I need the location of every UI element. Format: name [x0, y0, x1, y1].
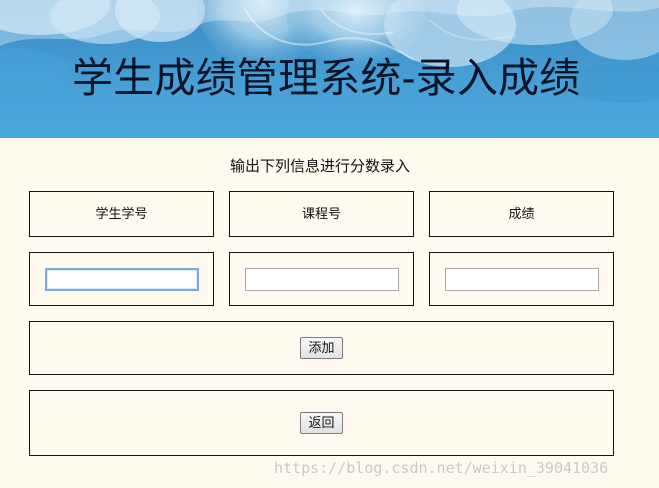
- back-button[interactable]: 返回: [300, 412, 343, 434]
- course-id-input[interactable]: [244, 267, 399, 291]
- add-action-panel: 添加: [29, 321, 614, 375]
- student-id-input-cell: [29, 252, 214, 306]
- score-header: 成绩: [429, 191, 614, 237]
- course-id-header: 课程号: [229, 191, 414, 237]
- page-title: 学生成绩管理系统-录入成绩: [72, 54, 581, 102]
- back-action-panel: 返回: [29, 390, 614, 456]
- course-id-header-label: 课程号: [301, 206, 341, 222]
- student-id-input[interactable]: [44, 267, 199, 291]
- score-header-label: 成绩: [508, 206, 535, 222]
- student-id-header-label: 学生学号: [95, 206, 148, 222]
- header-banner: 学生成绩管理系统-录入成绩: [0, 0, 659, 138]
- course-id-input-cell: [229, 252, 414, 306]
- score-input[interactable]: [444, 267, 599, 291]
- form-instruction: 输出下列信息进行分数录入: [229, 157, 410, 175]
- blog-url-watermark: https://blog.csdn.net/weixin_39041036: [274, 459, 609, 477]
- add-button[interactable]: 添加: [300, 337, 343, 359]
- score-input-cell: [429, 252, 614, 306]
- student-id-header: 学生学号: [29, 191, 214, 237]
